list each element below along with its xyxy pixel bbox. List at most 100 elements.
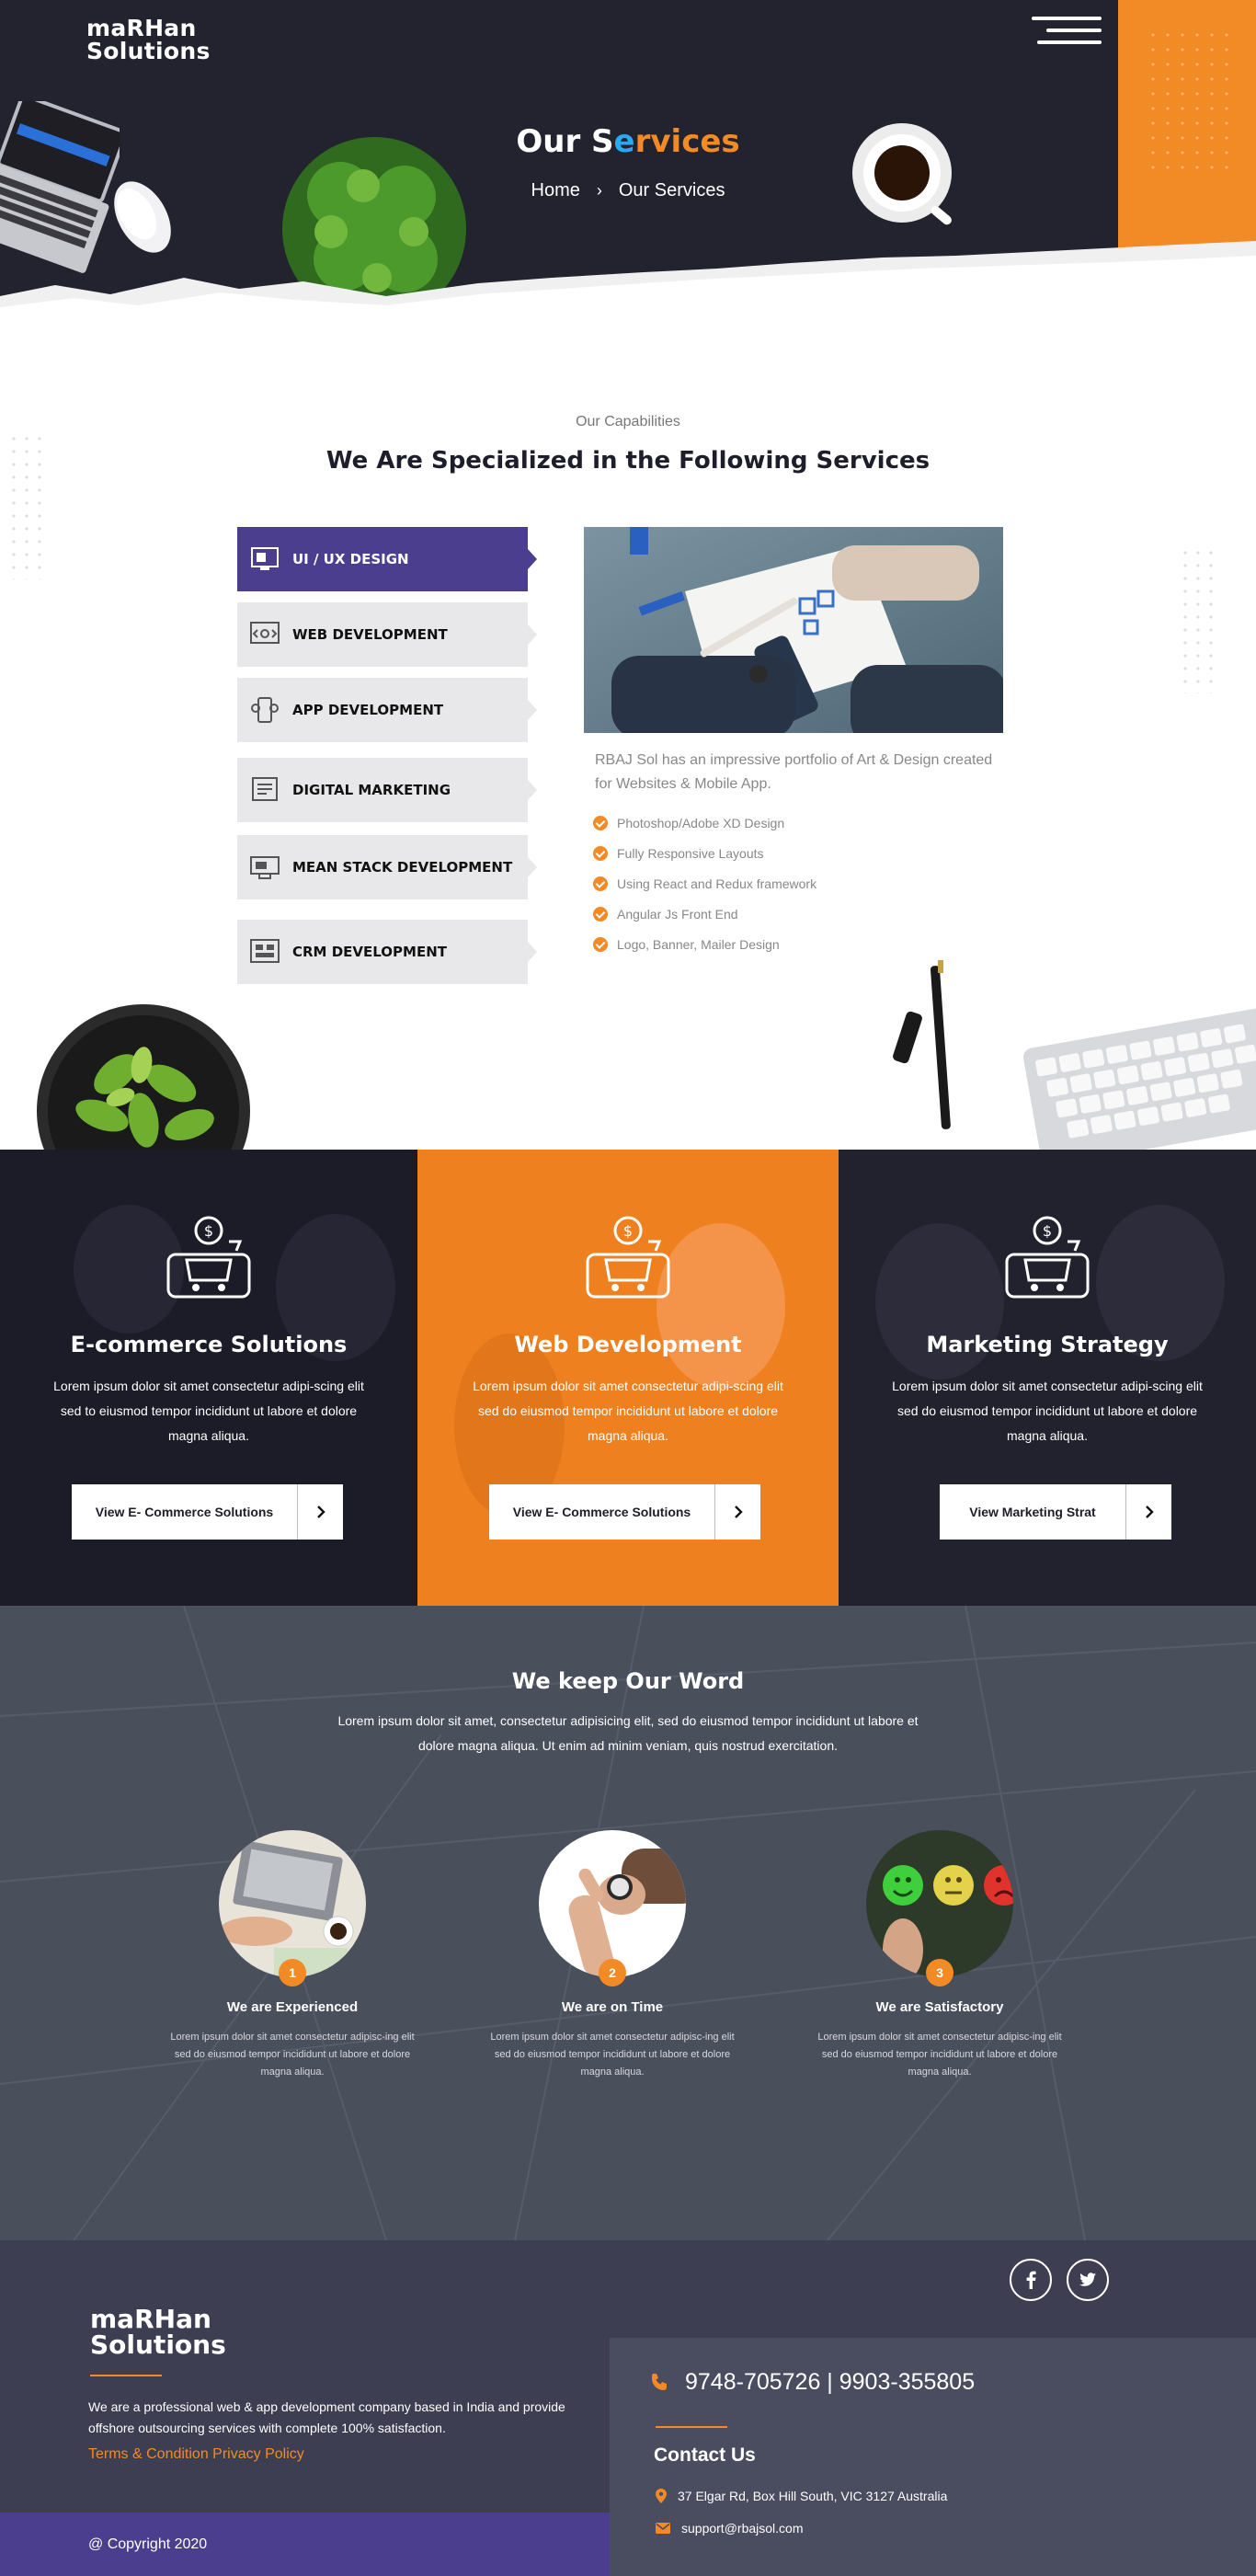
email-row[interactable]: support@rbajsol.com	[656, 2521, 804, 2536]
pen-image	[893, 960, 951, 1129]
solution-title: Web Development	[514, 1332, 742, 1357]
marketing-icon	[250, 777, 280, 803]
feature-item: Using React and Redux framework	[593, 876, 961, 891]
feature-item: Photoshop/Adobe XD Design	[593, 816, 961, 830]
button-label: View E- Commerce Solutions	[512, 1505, 691, 1519]
feature-label: Angular Js Front End	[617, 907, 738, 922]
feature-label: Logo, Banner, Mailer Design	[617, 937, 780, 952]
feature-description: Lorem ipsum dolor sit amet consectetur a…	[170, 2032, 415, 2078]
tab-label: APP DEVELOPMENT	[292, 702, 444, 718]
twitter-icon[interactable]	[1067, 2259, 1109, 2301]
svg-text:$: $	[623, 1222, 633, 1240]
facebook-icon[interactable]	[1010, 2259, 1052, 2301]
copyright-text: @ Copyright 2020	[88, 2536, 208, 2552]
solution-title: E-commerce Solutions	[70, 1332, 348, 1357]
terms-link[interactable]: Terms & Condition	[88, 2446, 209, 2462]
section-title: We Are Specialized in the Following Serv…	[325, 447, 931, 475]
crm-icon	[250, 939, 280, 965]
keep-title: We keep Our Word	[511, 1668, 745, 1694]
breadcrumb-current: Our Services	[618, 180, 725, 200]
tab-web-development[interactable]: WEB DEVELOPMENT	[237, 602, 537, 667]
logo-line1: maRHan	[86, 15, 197, 41]
phone-text: 9748-705726 | 9903-355805	[685, 2369, 976, 2395]
contact-title: Contact Us	[654, 2444, 756, 2466]
tab-ui-ux-design[interactable]: UI / UX DESIGN	[237, 527, 537, 591]
address-text: 37 Elgar Rd, Box Hill South, VIC 3127 Au…	[678, 2489, 948, 2503]
logo-line1: maRHan	[90, 2304, 211, 2334]
view-marketing-strategy-button[interactable]: View Marketing Strat	[940, 1484, 1171, 1540]
solution-text: Lorem ipsum dolor sit amet consectetur a…	[892, 1379, 1203, 1443]
feature-item: Logo, Banner, Mailer Design	[593, 937, 961, 952]
phone-number[interactable]: 9748-705726 | 9903-355805	[648, 2369, 975, 2396]
tab-label: CRM DEVELOPMENT	[292, 944, 447, 960]
envelope-icon	[656, 2523, 670, 2534]
step-number-badge: 2	[599, 1959, 626, 1986]
svg-text:$: $	[1043, 1222, 1052, 1240]
divider	[656, 2426, 727, 2428]
chevron-right-icon	[297, 1484, 343, 1540]
logo-line2: Solutions	[90, 2330, 226, 2360]
step-number-badge: 3	[926, 1959, 953, 1986]
feature-item: Angular Js Front End	[593, 907, 961, 922]
svg-text:$: $	[204, 1222, 213, 1240]
footer-logo[interactable]: maRHan Solutions	[90, 2307, 226, 2358]
solution-card-ecommerce: $ E-commerce Solutions Lorem ipsum dolor…	[0, 1150, 417, 1606]
menu-icon[interactable]	[1032, 15, 1102, 46]
divider	[90, 2375, 162, 2376]
feature-title: We are Satisfactory	[875, 1999, 1004, 2015]
chevron-right-icon	[1125, 1484, 1171, 1540]
button-label: View Marketing Strat	[969, 1505, 1096, 1519]
breadcrumb-home-link[interactable]: Home	[531, 180, 580, 200]
tab-app-development[interactable]: APP DEVELOPMENT	[237, 678, 537, 742]
email-text: support@rbajsol.com	[681, 2521, 804, 2536]
footer-links: Terms & Condition Privacy Policy	[88, 2446, 304, 2463]
location-pin-icon	[656, 2489, 667, 2503]
shopping-cart-icon: $	[586, 1216, 670, 1299]
logo-line2: Solutions	[86, 38, 211, 64]
solution-text: Lorem ipsum dolor sit amet consectetur a…	[53, 1379, 364, 1443]
service-description: RBAJ Sol has an impressive portfolio of …	[595, 752, 993, 792]
tab-label: DIGITAL MARKETING	[292, 782, 451, 798]
check-icon	[593, 907, 608, 922]
feature-description: Lorem ipsum dolor sit amet consectetur a…	[817, 2032, 1062, 2078]
view-ecommerce-solutions-button[interactable]: View E- Commerce Solutions	[72, 1484, 343, 1540]
solution-card-marketing-strategy: $ Marketing Strategy Lorem ipsum dolor s…	[839, 1150, 1256, 1606]
experienced-image	[219, 1830, 366, 1977]
tab-digital-marketing[interactable]: DIGITAL MARKETING	[237, 758, 537, 822]
keyboard-image	[1022, 1004, 1256, 1150]
check-icon	[593, 937, 608, 952]
feature-label: Using React and Redux framework	[617, 876, 817, 891]
dot-pattern-right	[1179, 546, 1216, 693]
chevron-right-icon: ›	[596, 181, 602, 200]
tab-label: UI / UX DESIGN	[292, 551, 409, 567]
feature-description: Lorem ipsum dolor sit amet consectetur a…	[490, 2032, 735, 2078]
view-web-development-button[interactable]: View E- Commerce Solutions	[489, 1484, 760, 1540]
stack-icon	[250, 854, 280, 880]
solution-card-web-development: $ Web Development Lorem ipsum dolor sit …	[417, 1150, 839, 1606]
solution-title: Marketing Strategy	[926, 1332, 1169, 1357]
step-number-badge: 1	[279, 1959, 306, 1986]
mobile-app-icon	[250, 697, 280, 723]
torn-paper-edge	[0, 241, 1256, 331]
section-subtitle: Our Capabilities	[576, 414, 680, 429]
site-footer: maRHan Solutions We are a professional w…	[0, 2240, 1256, 2576]
shopping-cart-icon: $	[166, 1216, 251, 1299]
tab-label: WEB DEVELOPMENT	[292, 626, 448, 643]
feature-title: We are Experienced	[226, 1999, 359, 2015]
feature-title: We are on Time	[561, 1999, 664, 2015]
shopping-cart-icon: $	[1005, 1216, 1090, 1299]
on-time-image	[539, 1830, 686, 1977]
solution-text: Lorem ipsum dolor sit amet consectetur a…	[473, 1379, 783, 1443]
feature-label: Photoshop/Adobe XD Design	[617, 816, 785, 830]
tab-crm-development[interactable]: CRM DEVELOPMENT	[237, 920, 537, 984]
header-logo[interactable]: maRHan Solutions	[86, 17, 211, 63]
privacy-link[interactable]: Privacy Policy	[212, 2446, 304, 2462]
keep-text: Lorem ipsum dolor sit amet, consectetur …	[337, 1713, 919, 1753]
check-icon	[593, 876, 608, 891]
potted-plant-image	[37, 1004, 250, 1150]
chevron-right-icon	[714, 1484, 760, 1540]
button-label: View E- Commerce Solutions	[95, 1505, 274, 1519]
tab-mean-stack-development[interactable]: MEAN STACK DEVELOPMENT	[237, 835, 537, 899]
address-row: 37 Elgar Rd, Box Hill South, VIC 3127 Au…	[656, 2489, 947, 2503]
satisfaction-image	[866, 1830, 1013, 1977]
